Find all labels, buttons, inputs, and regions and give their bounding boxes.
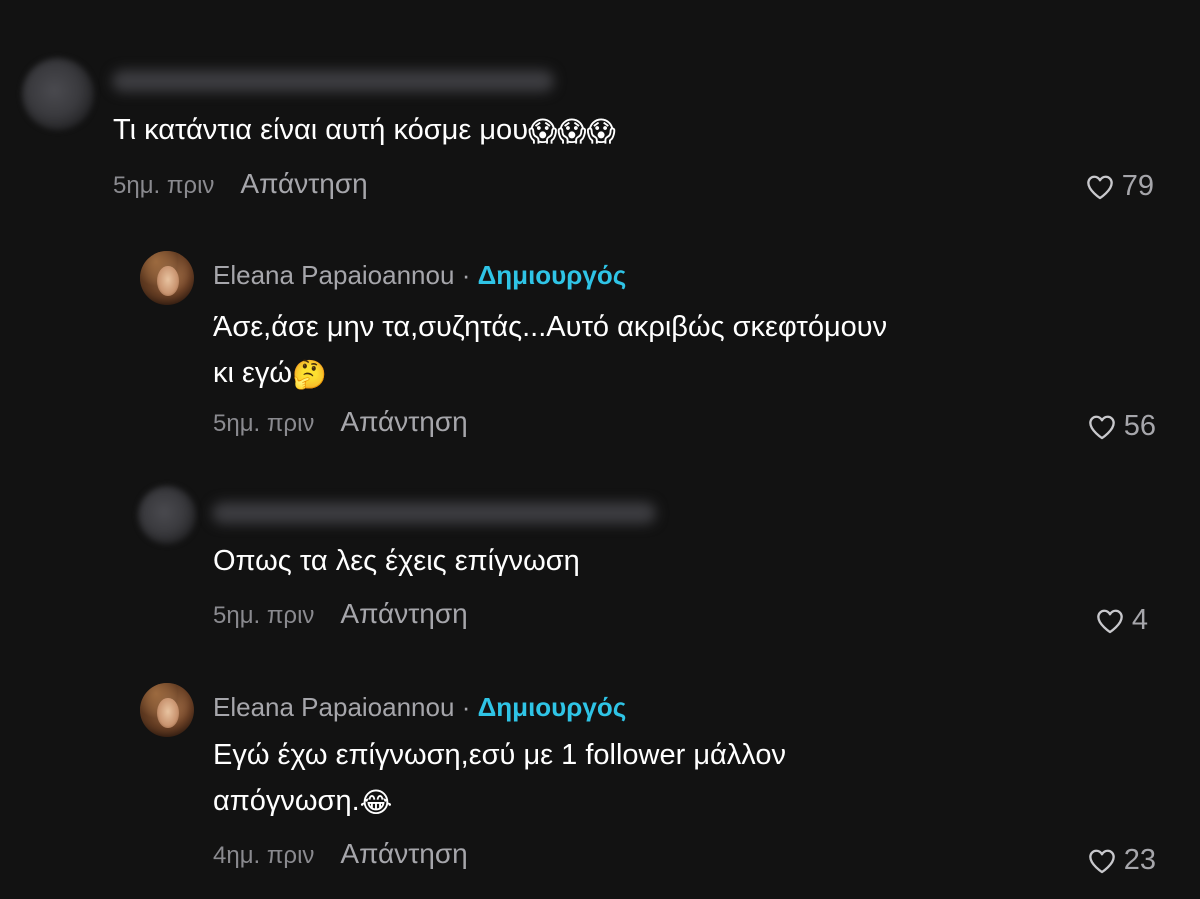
comment-meta: 5ημ. πριν Απάντηση	[213, 598, 468, 630]
username-blurred[interactable]	[212, 502, 656, 524]
comment-text-line: Εγώ έχω επίγνωση,εσύ με 1 follower μάλλο…	[213, 739, 786, 771]
like-count: 23	[1123, 844, 1156, 876]
comment-text-line: Άσε,άσε μην τα,συζητάς...Αυτό ακριβώς σκ…	[213, 311, 888, 343]
username-text: Eleana Papaioannou	[213, 692, 455, 722]
comment-meta: 4ημ. πριν Απάντηση	[213, 838, 468, 870]
comment-text-line-2: απόγνωση.😂	[213, 778, 786, 826]
reply-button[interactable]: Απάντηση	[340, 598, 467, 629]
heart-outline-icon	[1086, 175, 1113, 199]
comment-meta: 5ημ. πριν Απάντηση	[213, 406, 468, 438]
reply-comment-1: Eleana Papaioannou · Δημιουργός Άσε,άσε …	[0, 230, 1200, 470]
comment-text-line-2: κι εγώ🤔	[213, 350, 887, 398]
comment-text-line-2-text: απόγνωση.	[213, 785, 360, 817]
comment-1: Τι κατάντια είναι αυτή κόσμε μου😱😱😱 5ημ.…	[0, 0, 1200, 230]
reply-button[interactable]: Απάντηση	[340, 406, 467, 437]
avatar[interactable]	[140, 683, 194, 737]
username-text: Eleana Papaioannou	[213, 260, 455, 290]
reply-comment-3: Eleana Papaioannou · Δημιουργός Εγώ έχω …	[0, 670, 1200, 899]
comment-text-line: Τι κατάντια είναι αυτή κόσμε μου	[113, 114, 529, 146]
heart-outline-icon	[1097, 609, 1123, 633]
username-blurred[interactable]	[112, 70, 554, 92]
comment-text: Άσε,άσε μην τα,συζητάς...Αυτό ακριβώς σκ…	[213, 304, 887, 398]
timestamp: 5ημ. πριν	[213, 602, 315, 629]
avatar[interactable]	[140, 251, 194, 305]
reply-button[interactable]: Απάντηση	[240, 168, 367, 199]
avatar-face	[157, 266, 179, 296]
comment-text: Οπως τα λες έχεις επίγνωση	[213, 538, 580, 584]
timestamp: 4ημ. πριν	[213, 842, 315, 869]
timestamp: 5ημ. πριν	[213, 410, 315, 437]
like-count: 56	[1123, 410, 1156, 442]
like-count: 79	[1121, 170, 1154, 202]
heart-outline-icon	[1088, 849, 1115, 873]
reply-button[interactable]: Απάντηση	[340, 838, 467, 869]
emoji: 🤔	[292, 359, 327, 390]
creator-badge: Δημιουργός	[477, 260, 627, 290]
username[interactable]: Eleana Papaioannou · Δημιουργός	[213, 692, 626, 723]
comment-text-line: Οπως τα λες έχεις επίγνωση	[213, 545, 580, 577]
avatar[interactable]	[22, 58, 94, 130]
creator-badge: Δημιουργός	[477, 692, 627, 722]
heart-outline-icon	[1088, 415, 1115, 439]
comment-text: Τι κατάντια είναι αυτή κόσμε μου😱😱😱	[113, 107, 616, 155]
comment-text-line-2-text: κι εγώ	[213, 357, 293, 389]
like-button[interactable]: 79	[1086, 170, 1154, 203]
comment-text: Εγώ έχω επίγνωση,εσύ με 1 follower μάλλο…	[213, 732, 786, 826]
emoji: 😱😱😱	[528, 116, 616, 147]
separator: ·	[461, 692, 471, 722]
separator: ·	[461, 260, 471, 290]
username[interactable]: Eleana Papaioannou · Δημιουργός	[213, 260, 626, 291]
avatar-face	[157, 698, 179, 728]
comment-meta: 5ημ. πριν Απάντηση	[113, 168, 368, 200]
like-button[interactable]: 4	[1096, 604, 1148, 637]
reply-comment-2: Οπως τα λες έχεις επίγνωση 5ημ. πριν Απάν…	[0, 470, 1200, 670]
like-button[interactable]: 23	[1088, 844, 1156, 877]
like-button[interactable]: 56	[1088, 410, 1156, 443]
like-count: 4	[1131, 604, 1148, 636]
emoji: 😂	[359, 787, 393, 818]
avatar[interactable]	[138, 486, 196, 544]
timestamp: 5ημ. πριν	[113, 172, 215, 199]
